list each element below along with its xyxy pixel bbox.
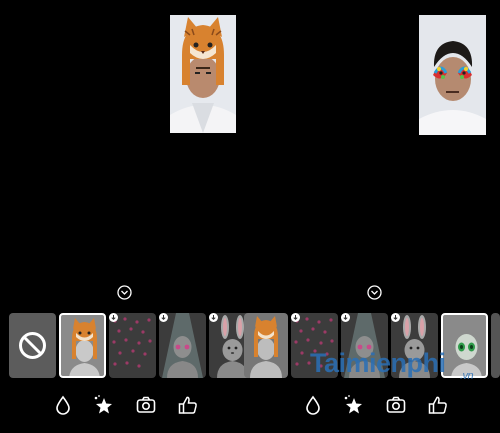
download-icon bbox=[291, 313, 300, 322]
no-filter-icon bbox=[19, 332, 46, 359]
left-camera-preview bbox=[170, 15, 236, 133]
watermark-tld: .vn bbox=[460, 370, 474, 382]
download-icon bbox=[341, 313, 350, 322]
camera-icon[interactable] bbox=[385, 394, 407, 416]
cat-mask-icon bbox=[250, 316, 282, 378]
download-icon bbox=[159, 313, 168, 322]
filter-more[interactable] bbox=[491, 313, 500, 378]
download-icon bbox=[109, 313, 118, 322]
sparkle-star-icon[interactable] bbox=[92, 394, 114, 416]
filter-spotlight[interactable] bbox=[159, 313, 206, 378]
thumbs-up-icon[interactable] bbox=[177, 394, 199, 416]
drop-icon[interactable] bbox=[52, 394, 74, 416]
spotlight-icon bbox=[162, 313, 203, 378]
watermark-brand: Taimienphi bbox=[310, 348, 446, 378]
drop-icon[interactable] bbox=[302, 394, 324, 416]
chevron-down-icon[interactable] bbox=[367, 285, 382, 300]
chevron-down-icon[interactable] bbox=[117, 285, 132, 300]
filter-alien[interactable] bbox=[441, 313, 488, 378]
camera-icon[interactable] bbox=[135, 394, 157, 416]
sparkle-star-icon[interactable] bbox=[342, 394, 364, 416]
filter-none[interactable] bbox=[9, 313, 56, 378]
download-icon bbox=[391, 313, 400, 322]
filter-cat-mask-2[interactable] bbox=[244, 313, 288, 378]
filter-hearts[interactable] bbox=[109, 313, 156, 378]
cat-mask-icon bbox=[69, 318, 100, 376]
alien-icon bbox=[451, 334, 482, 376]
filter-cat-mask[interactable] bbox=[59, 313, 106, 378]
hearts-icon bbox=[112, 317, 152, 368]
download-icon bbox=[209, 313, 218, 322]
thumbs-up-icon[interactable] bbox=[427, 394, 449, 416]
right-camera-preview bbox=[419, 15, 486, 135]
watermark: Taimienphi .vn bbox=[310, 348, 474, 382]
